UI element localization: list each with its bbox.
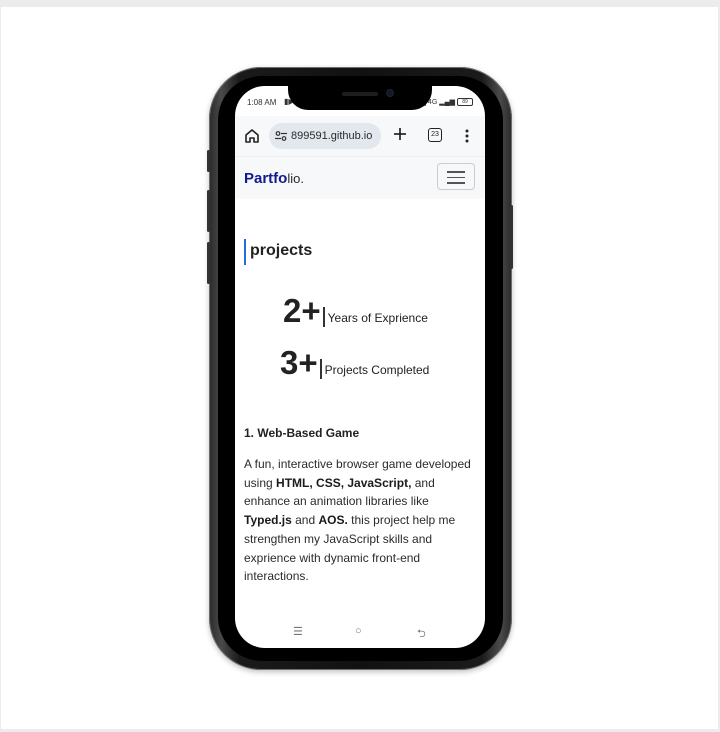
site-navbar: Partfolio.	[235, 156, 485, 199]
back-icon[interactable]: ⮌	[417, 625, 426, 644]
brand-rest: lio.	[287, 171, 304, 186]
battery-icon: 89	[457, 98, 473, 106]
stat-divider	[319, 359, 322, 379]
home-icon[interactable]	[243, 127, 261, 145]
site-brand[interactable]: Partfolio.	[244, 170, 304, 187]
hamburger-line	[447, 182, 465, 184]
hamburger-line	[447, 176, 465, 178]
desc-bold: Typed.js	[244, 513, 292, 528]
phone-volume-down-button	[207, 242, 210, 284]
address-bar[interactable]: 899591.github.io	[269, 123, 381, 149]
recent-apps-icon[interactable]: ☰	[293, 625, 303, 638]
browser-toolbar: 899591.github.io 23	[235, 116, 485, 156]
plus-icon[interactable]	[391, 125, 409, 143]
stat-number: 3+	[280, 344, 318, 381]
desc-bold: HTML, CSS, JavaScript,	[276, 475, 412, 490]
stat-years: 2+ Years of Exprience	[283, 294, 428, 327]
home-button-icon[interactable]: ○	[355, 625, 362, 637]
more-vert-icon[interactable]	[461, 127, 473, 145]
desc-text: and	[291, 513, 319, 528]
project-title: 1. Web-Based Game	[244, 426, 360, 440]
signal-icon-2: ▂▄▆	[439, 99, 455, 106]
url-text: 899591.github.io	[291, 130, 373, 142]
front-camera	[386, 89, 394, 97]
tune-icon[interactable]	[275, 131, 287, 141]
stat-divider	[322, 307, 325, 327]
phone-speaker	[342, 92, 378, 96]
brand-strong: Partfo	[244, 170, 288, 187]
hamburger-line	[447, 171, 465, 173]
phone-notch	[288, 84, 432, 110]
phone-mute-button	[207, 150, 210, 172]
desc-bold: AOS.	[318, 513, 348, 528]
stat-label: Years of Exprience	[327, 311, 428, 325]
navbar-toggler-button[interactable]	[437, 163, 475, 190]
phone-power-button	[510, 205, 513, 269]
stat-projects: 3+ Projects Completed	[280, 346, 429, 379]
project-description: A fun, interactive browser game develope…	[244, 455, 476, 586]
section-title: projects	[244, 239, 312, 265]
phone-volume-up-button	[207, 190, 210, 232]
stat-number: 2+	[283, 292, 321, 329]
phone-screen: 1:08 AM ▮▶ ▂▄▆ 4G ▂▄▆ 89 899591.github.i…	[235, 86, 485, 648]
tabs-icon[interactable]: 23	[428, 128, 442, 142]
stat-label: Projects Completed	[324, 363, 430, 377]
status-time: 1:08 AM	[247, 98, 277, 107]
